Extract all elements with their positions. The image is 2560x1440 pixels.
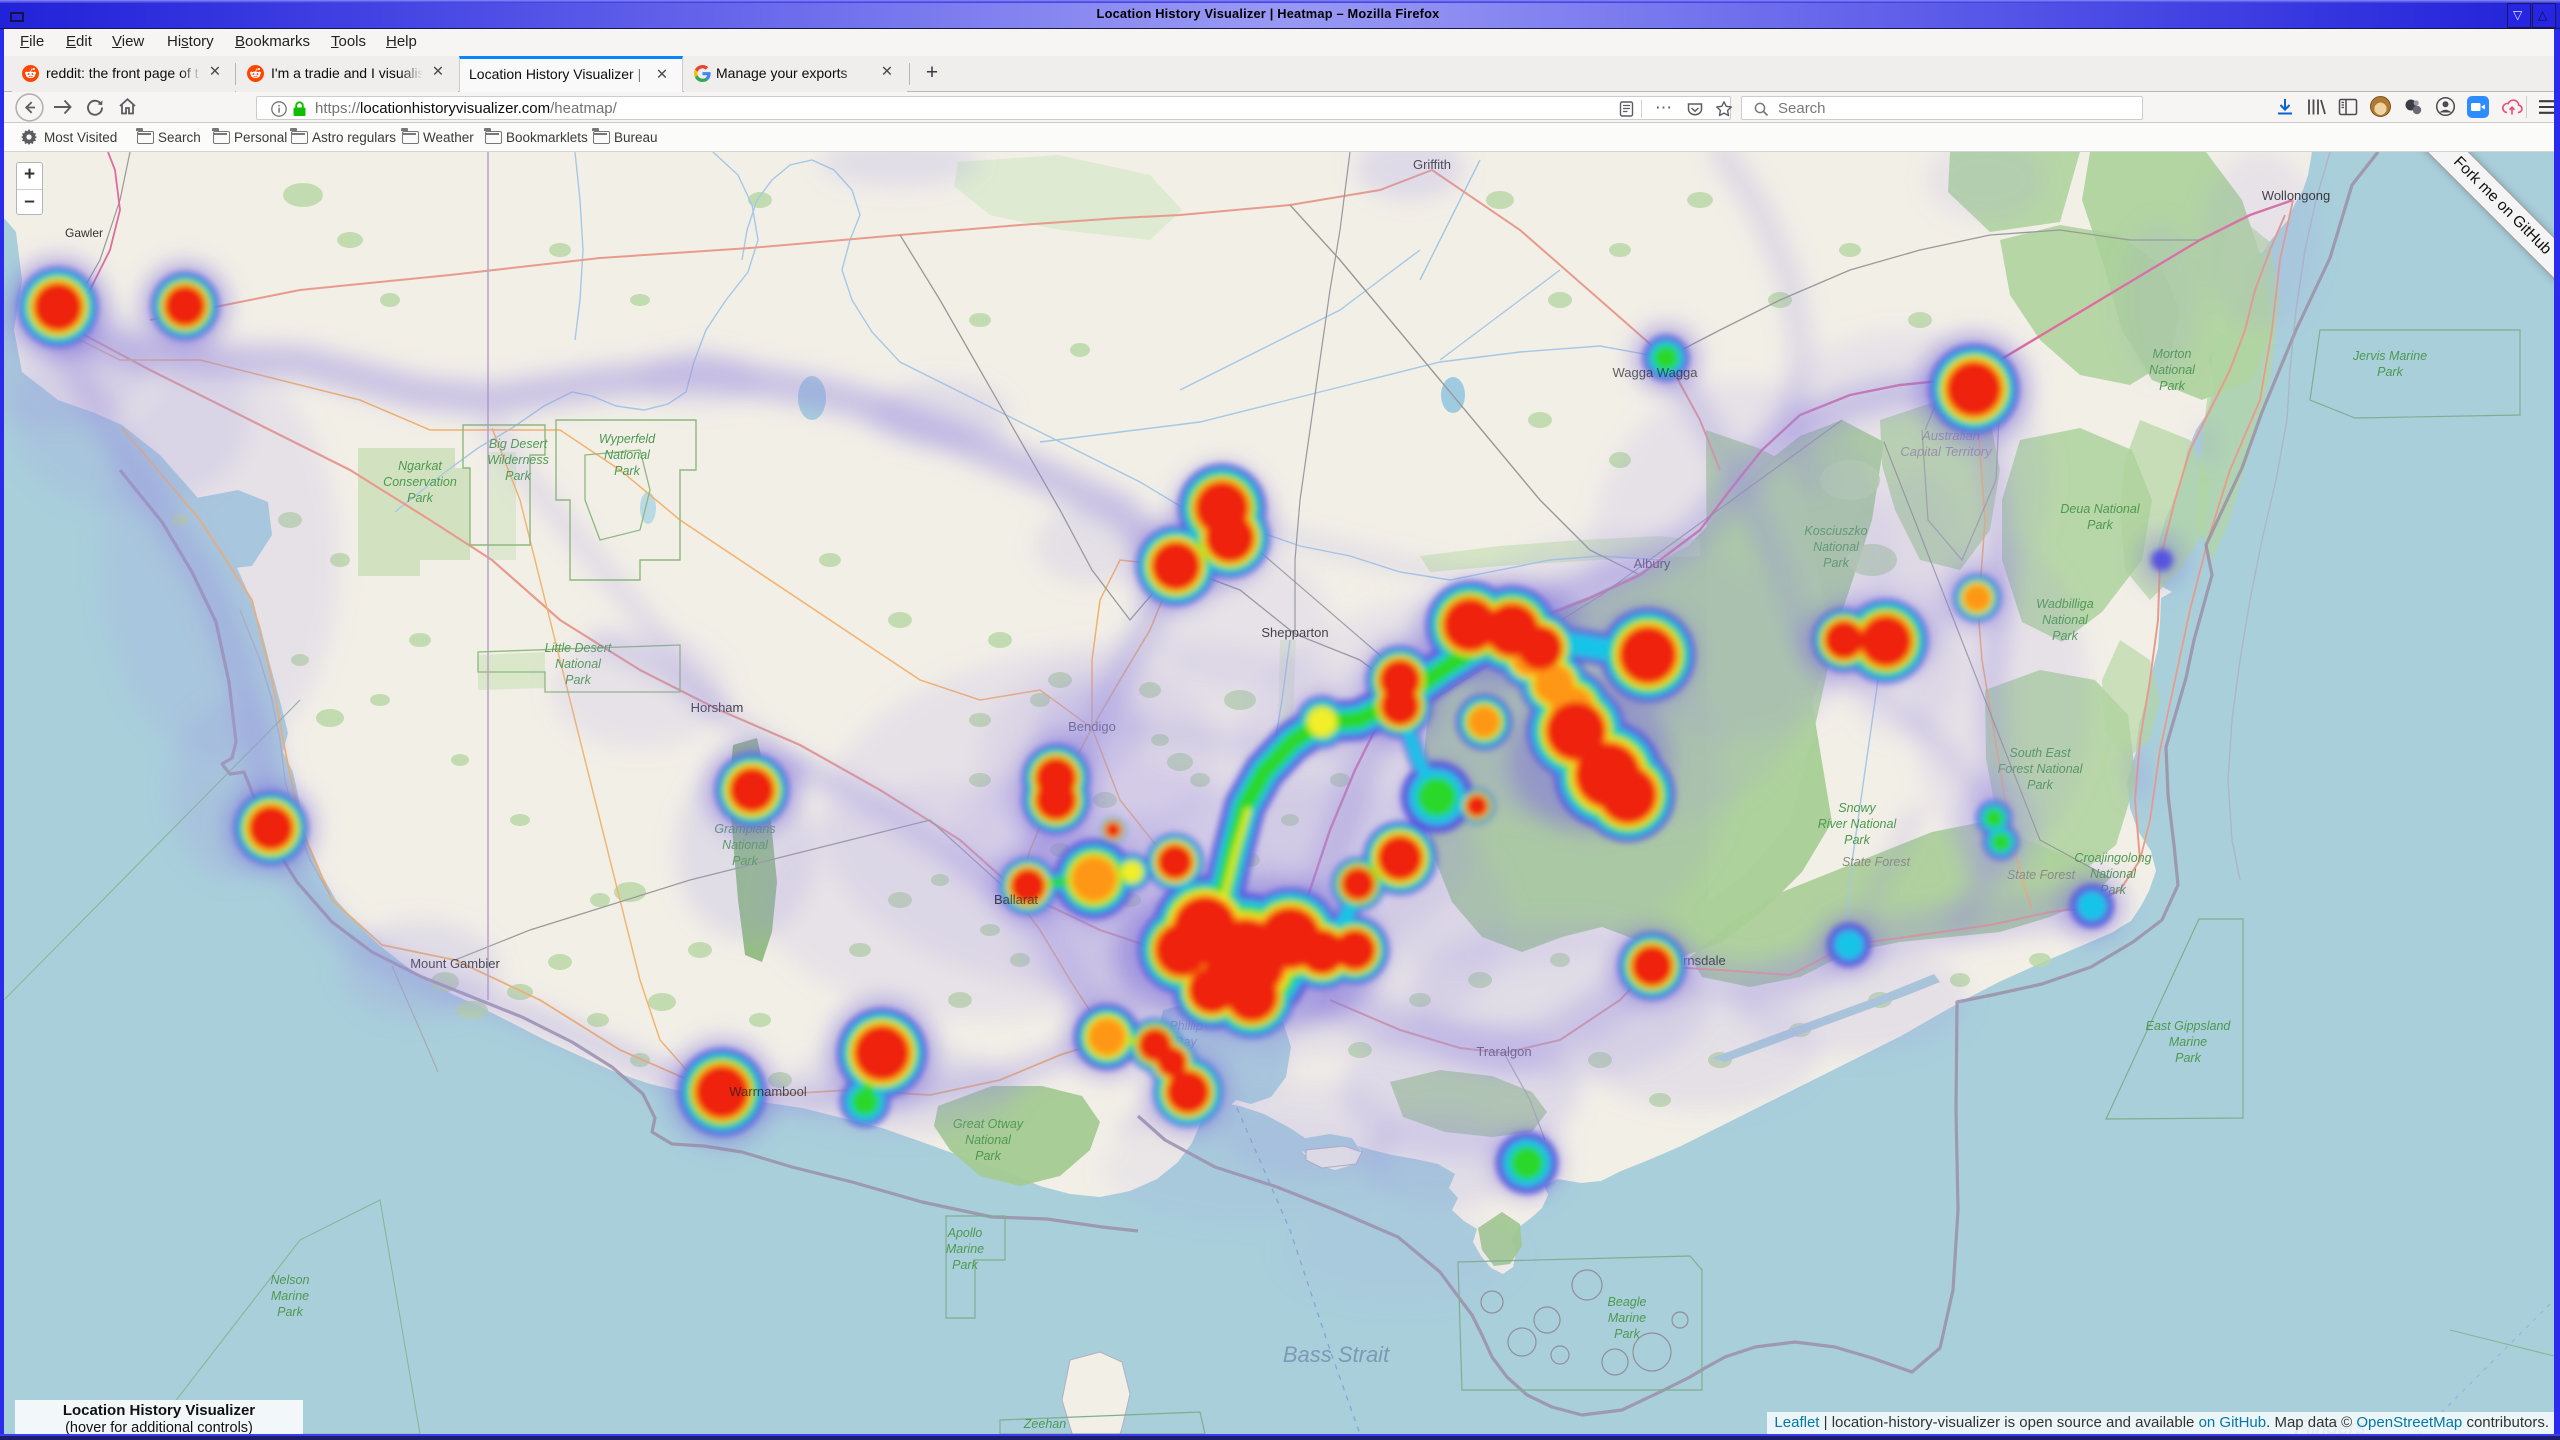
svg-text:Nelson: Nelson	[271, 1273, 310, 1287]
svg-text:Apollo: Apollo	[947, 1226, 983, 1240]
svg-text:Jervis Marine: Jervis Marine	[2352, 349, 2427, 363]
svg-text:National: National	[965, 1133, 1012, 1147]
svg-text:Conservation: Conservation	[383, 475, 457, 489]
svg-text:Wyperfeld: Wyperfeld	[599, 432, 656, 446]
svg-text:Ngarkat: Ngarkat	[398, 459, 442, 473]
svg-text:East Gippsland: East Gippsland	[2146, 1019, 2232, 1033]
svg-text:Park: Park	[2159, 379, 2185, 393]
svg-text:Park: Park	[407, 491, 433, 505]
svg-text:Park: Park	[975, 1149, 1001, 1163]
svg-text:Park: Park	[952, 1258, 978, 1272]
svg-text:Park: Park	[2087, 518, 2113, 532]
svg-text:Park: Park	[2377, 365, 2403, 379]
svg-text:Beagle: Beagle	[1608, 1295, 1647, 1309]
svg-text:National: National	[604, 448, 651, 462]
svg-text:Marine: Marine	[1608, 1311, 1646, 1325]
svg-text:Park: Park	[1614, 1327, 1640, 1341]
svg-text:Croajingolong: Croajingolong	[2074, 851, 2151, 865]
svg-text:Marine: Marine	[946, 1242, 984, 1256]
svg-text:Zeehan: Zeehan	[1023, 1417, 1066, 1431]
svg-text:Park: Park	[277, 1305, 303, 1319]
svg-text:Ballarat: Ballarat	[994, 892, 1038, 907]
svg-text:Warrnambool: Warrnambool	[729, 1084, 807, 1099]
svg-text:Park: Park	[2175, 1051, 2201, 1065]
svg-text:Bass Strait: Bass Strait	[1283, 1342, 1390, 1367]
svg-text:Marine: Marine	[2169, 1035, 2207, 1049]
svg-text:Deua National: Deua National	[2060, 502, 2140, 516]
svg-text:Gawler: Gawler	[65, 226, 103, 240]
svg-text:Park: Park	[614, 464, 640, 478]
svg-text:Wagga Wagga: Wagga Wagga	[1612, 365, 1698, 380]
svg-text:River National: River National	[1818, 817, 1898, 831]
svg-text:Park: Park	[1844, 833, 1870, 847]
svg-text:Marine: Marine	[271, 1289, 309, 1303]
svg-text:Snowy: Snowy	[1838, 801, 1876, 815]
